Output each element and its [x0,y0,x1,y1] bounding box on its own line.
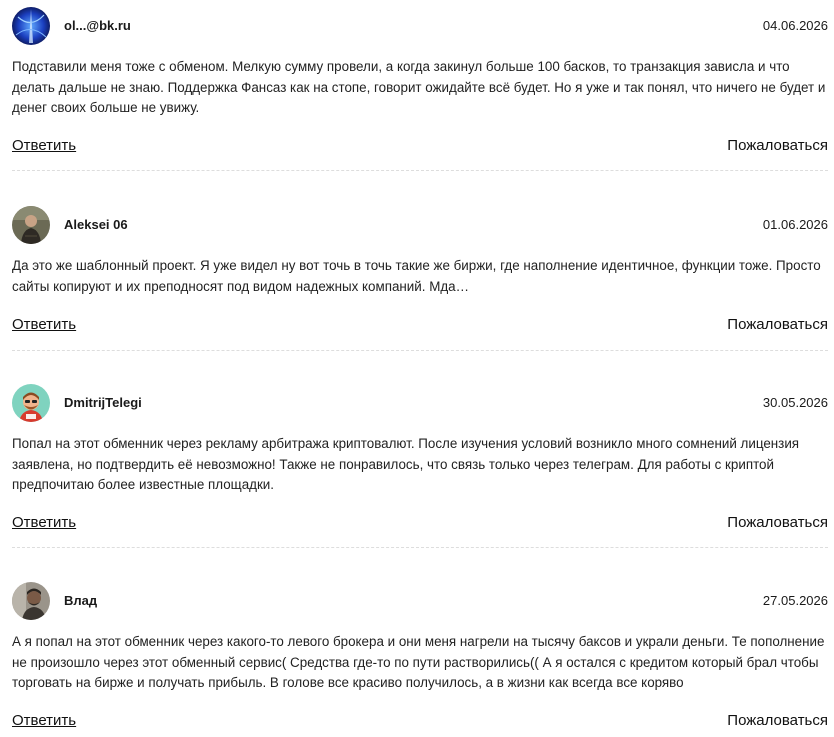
report-link[interactable]: Пожаловаться [727,514,828,531]
comment-item: Влад 27.05.2026 А я попал на этот обменн… [12,582,828,729]
comment-actions: Ответить Пожаловаться [12,712,828,734]
comment-header: ol...@bk.ru 04.06.2026 [12,7,828,45]
comment-text: Да это же шаблонный проект. Я уже видел … [12,258,821,294]
reply-link[interactable]: Ответить [12,316,76,333]
comment-item: DmitrijTelegi 30.05.2026 Попал на этот о… [12,384,828,548]
report-link[interactable]: Пожаловаться [727,712,828,729]
comment-date: 04.06.2026 [762,18,828,33]
comment-header: DmitrijTelegi 30.05.2026 [12,384,828,422]
reply-link[interactable]: Ответить [12,712,76,729]
comment-text: Попал на этот обменник через рекламу арб… [12,436,800,492]
comment-item: Aleksei 06 01.06.2026 Да это же шаблонны… [12,206,828,351]
comment-author: DmitrijTelegi [64,395,142,410]
blue-abstract-avatar-icon [12,7,50,45]
comment-divider [12,350,828,351]
man-portrait-avatar-icon [12,582,50,620]
comment-divider [12,547,828,548]
man-photo-avatar-icon [12,206,50,244]
comment-date: 01.06.2026 [762,217,828,232]
comment-actions: Ответить Пожаловаться [12,514,828,536]
comment-author: ol...@bk.ru [64,18,131,33]
comment-item: ol...@bk.ru 04.06.2026 Подставили меня т… [12,7,828,171]
comment-author: Влад [64,593,98,608]
report-link[interactable]: Пожаловаться [727,137,828,154]
comment-date: 27.05.2026 [762,593,828,608]
comment-text: Подставили меня тоже с обменом. Мелкую с… [12,59,826,115]
comment-header: Aleksei 06 01.06.2026 [12,206,828,244]
comment-actions: Ответить Пожаловаться [12,316,828,338]
cartoon-man-avatar-icon [12,384,50,422]
report-link[interactable]: Пожаловаться [727,316,828,333]
comment-text: А я попал на этот обменник через какого-… [12,634,825,690]
comment-date: 30.05.2026 [762,395,828,410]
reply-link[interactable]: Ответить [12,137,76,154]
comment-author: Aleksei 06 [64,217,128,232]
comment-header: Влад 27.05.2026 [12,582,828,620]
reply-link[interactable]: Ответить [12,514,76,531]
comment-actions: Ответить Пожаловаться [12,137,828,159]
comment-divider [12,170,828,171]
